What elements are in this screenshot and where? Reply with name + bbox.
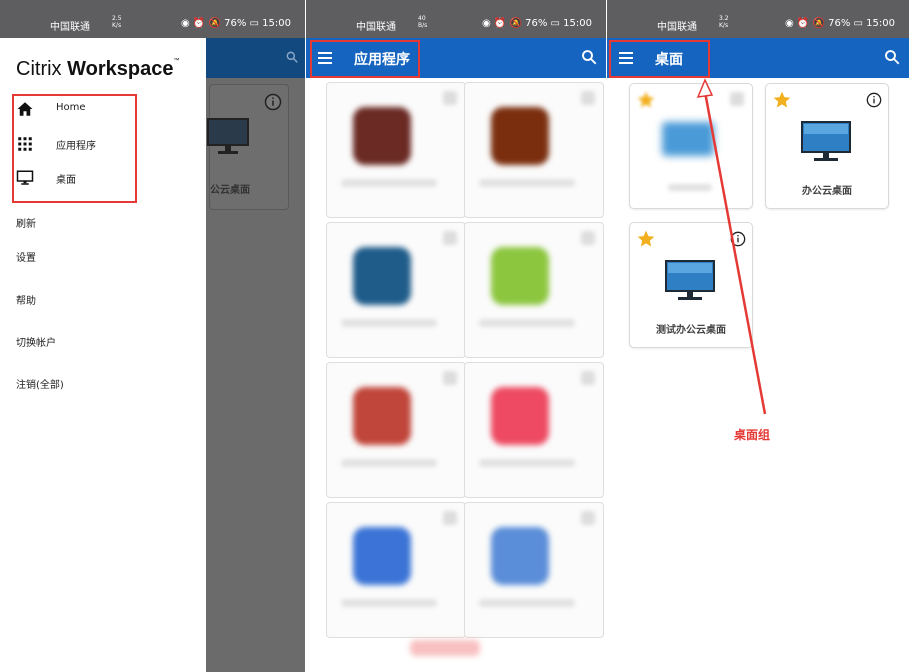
app-icon bbox=[353, 107, 411, 165]
app-label-blurred bbox=[341, 599, 437, 607]
app-card[interactable] bbox=[326, 222, 466, 358]
app-icon bbox=[353, 247, 411, 305]
navigation-drawer: Citrix Workspace™ Home 应用程序 桌面 刷新 设置 帮助 … bbox=[0, 38, 206, 672]
app-label-blurred bbox=[479, 319, 575, 327]
app-card[interactable] bbox=[464, 222, 604, 358]
app-card[interactable] bbox=[326, 82, 466, 218]
app-card[interactable] bbox=[326, 502, 466, 638]
blurred-corner bbox=[581, 231, 595, 245]
dimmed-appbar bbox=[206, 38, 305, 78]
app-card[interactable] bbox=[464, 502, 604, 638]
menu-settings[interactable]: 设置 bbox=[16, 249, 36, 264]
blurred-corner bbox=[443, 91, 457, 105]
blurred-corner bbox=[443, 371, 457, 385]
highlight-box-title bbox=[310, 40, 420, 78]
blurred-corner bbox=[581, 511, 595, 525]
blurred-corner bbox=[581, 371, 595, 385]
blurred-corner bbox=[443, 511, 457, 525]
app-card[interactable] bbox=[464, 362, 604, 498]
carrier-text: 中国联通 bbox=[356, 22, 396, 33]
annotation-label: 桌面组 bbox=[734, 428, 771, 442]
app-card[interactable] bbox=[326, 362, 466, 498]
app-label-blurred bbox=[341, 319, 437, 327]
info-icon bbox=[264, 93, 282, 111]
app-label-blurred bbox=[341, 179, 437, 187]
network-speed: 40 B/s bbox=[418, 15, 428, 29]
status-right: ◉ ⏰ 🔕 76% ▭ 15:00 bbox=[481, 18, 592, 29]
app-icon bbox=[491, 527, 549, 585]
highlight-box-nav bbox=[12, 94, 137, 203]
status-bar: 中国联通 2.5 K/s ◉ ⏰ 🔕 76% ▭ 15:00 bbox=[0, 0, 305, 38]
app-card[interactable] bbox=[464, 82, 604, 218]
desktops-screen: 中国联通 3.2 K/s ◉ ⏰ 🔕 76% ▭ 15:00 桌面 办公云桌面 测… bbox=[607, 0, 909, 672]
menu-refresh[interactable]: 刷新 bbox=[16, 215, 36, 230]
blurred-watermark bbox=[410, 640, 480, 656]
menu-logout-all[interactable]: 注销(全部) bbox=[16, 376, 64, 391]
carrier-text: 中国联通 bbox=[50, 22, 90, 33]
blurred-corner bbox=[443, 231, 457, 245]
status-right: ◉ ⏰ 🔕 76% ▭ 15:00 bbox=[180, 18, 291, 29]
dimmed-card-label: 公云桌面 bbox=[210, 185, 250, 196]
apps-screen: 中国联通 40 B/s ◉ ⏰ 🔕 76% ▭ 15:00 应用程序 bbox=[306, 0, 606, 672]
status-bar: 中国联通 40 B/s ◉ ⏰ 🔕 76% ▭ 15:00 bbox=[306, 0, 606, 38]
app-icon bbox=[491, 247, 549, 305]
app-label-blurred bbox=[341, 459, 437, 467]
annotation-arrow bbox=[696, 78, 767, 415]
menu-help[interactable]: 帮助 bbox=[16, 292, 36, 307]
menu-switch-account[interactable]: 切换帐户 bbox=[16, 334, 56, 349]
monitor-icon bbox=[207, 118, 249, 154]
dimmed-desktop-card: 公云桌面 bbox=[207, 84, 289, 210]
blurred-corner bbox=[581, 91, 595, 105]
search-icon[interactable] bbox=[580, 48, 598, 66]
drawer-screen: 中国联通 2.5 K/s ◉ ⏰ 🔕 76% ▭ 15:00 公云桌面 Citri… bbox=[0, 0, 305, 672]
app-icon bbox=[353, 527, 411, 585]
network-speed: 2.5 K/s bbox=[112, 15, 122, 29]
app-icon bbox=[491, 387, 549, 445]
app-icon bbox=[491, 107, 549, 165]
citrix-workspace-logo: Citrix Workspace™ bbox=[16, 58, 180, 80]
app-label-blurred bbox=[479, 459, 575, 467]
app-label-blurred bbox=[479, 599, 575, 607]
app-icon bbox=[353, 387, 411, 445]
search-icon bbox=[286, 51, 298, 63]
app-label-blurred bbox=[479, 179, 575, 187]
